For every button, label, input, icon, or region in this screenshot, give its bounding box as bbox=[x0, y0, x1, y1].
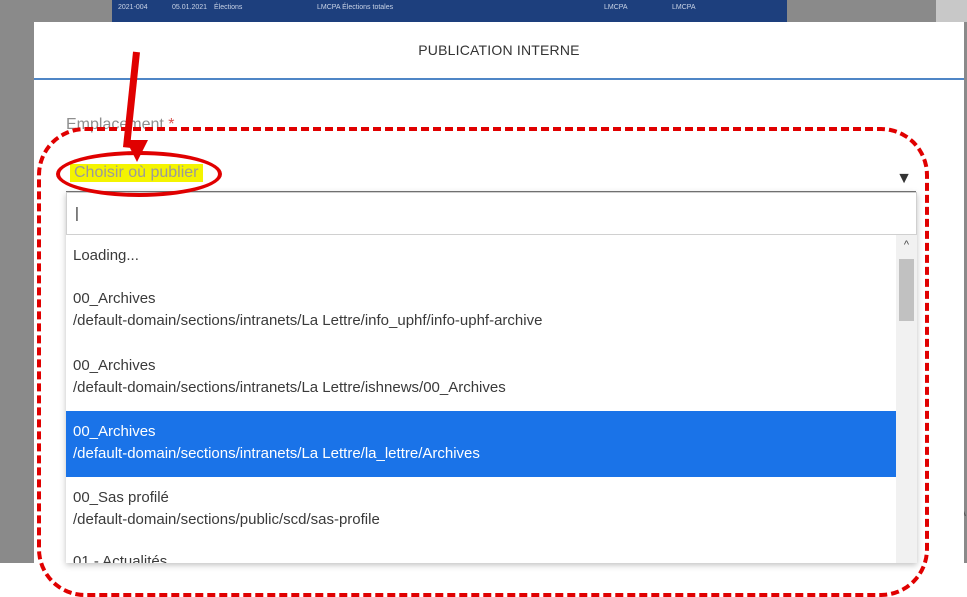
bg-cell-desc: LMCPA Élections totales bbox=[317, 4, 394, 11]
bg-corner bbox=[936, 0, 967, 22]
modal-header: PUBLICATION INTERNE bbox=[34, 22, 964, 80]
bg-cell-org1: LMCPA bbox=[604, 4, 628, 11]
bg-cell-date: 05.01.2021 bbox=[172, 4, 208, 11]
bg-cell-type: Élections bbox=[214, 4, 243, 11]
annotation-dashed-frame bbox=[37, 127, 929, 597]
bg-cell-id: 2021-004 bbox=[118, 4, 148, 11]
background-table-strip: 2021-004 05.01.2021 Élections LMCPA Élec… bbox=[112, 0, 787, 22]
bg-cell-org2: LMCPA bbox=[672, 4, 696, 11]
annotation-arrow-icon bbox=[126, 140, 148, 162]
modal-title: PUBLICATION INTERNE bbox=[418, 42, 580, 58]
